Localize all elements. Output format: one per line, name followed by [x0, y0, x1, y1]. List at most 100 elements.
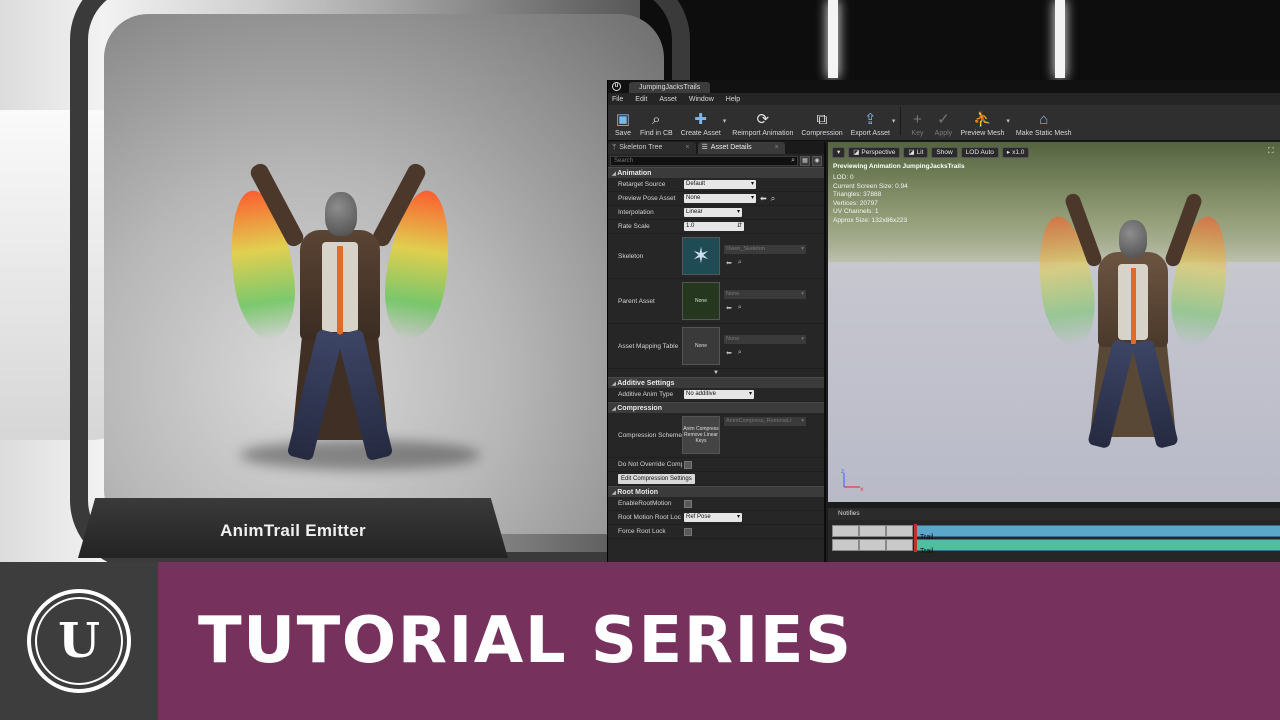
notify-empty-cell[interactable]: [859, 539, 886, 551]
find-in-cb-button[interactable]: ⌕ Find in CB: [640, 110, 673, 138]
parent-asset-thumbnail[interactable]: None: [682, 282, 720, 320]
playback-speed-button[interactable]: ▸ x1.0: [1001, 147, 1030, 158]
use-selected-arrow-icon[interactable]: ⬅: [726, 304, 732, 312]
menu-help[interactable]: Help: [726, 96, 740, 103]
stat-vertices: Vertices: 20797: [833, 199, 878, 207]
notify-empty-cell[interactable]: [886, 539, 913, 551]
reimport-button[interactable]: ⟳ Reimport Animation: [732, 110, 793, 137]
search-input[interactable]: Search ⌕: [610, 155, 798, 166]
close-icon[interactable]: ×: [685, 142, 689, 154]
use-selected-arrow-icon[interactable]: ⬅: [726, 349, 732, 357]
viewport-options-button[interactable]: ▾: [832, 147, 846, 158]
show-button[interactable]: Show: [931, 147, 958, 158]
grid-view-icon[interactable]: ▦: [800, 155, 810, 166]
maximize-viewport-icon[interactable]: ⛶: [1268, 146, 1278, 156]
category-animation[interactable]: Animation: [608, 167, 824, 178]
chevron-down-icon[interactable]: ▾: [1006, 117, 1010, 125]
export-asset-button[interactable]: ⇪ Export Asset: [851, 110, 890, 137]
trail-notify-state[interactable]: Trail: [916, 525, 1280, 541]
stat-screen-size: Current Screen Size: 0.94: [833, 182, 908, 190]
viewport-stats: Previewing Animation JumpingJacksTrails …: [833, 163, 965, 225]
notify-empty-cell[interactable]: [886, 525, 913, 537]
stat-uv-channels: UV Channels: 1: [833, 208, 879, 215]
export-icon: ⇪: [863, 111, 877, 128]
preview-mesh-button[interactable]: ⛹ Preview Mesh: [960, 110, 1004, 137]
make-static-mesh-button[interactable]: ⌂ Make Static Mesh: [1016, 110, 1072, 138]
chevron-down-icon[interactable]: ▾: [892, 117, 896, 125]
retarget-source-dropdown[interactable]: Default: [684, 180, 756, 189]
tab-asset-details[interactable]: ☰ Asset Details ×: [697, 142, 785, 154]
browse-icon[interactable]: ⌕: [771, 194, 775, 204]
apply-button[interactable]: ✓ Apply: [934, 110, 953, 137]
category-compression[interactable]: Compression: [608, 402, 824, 413]
property-compression-scheme: Compression Scheme Anim Compress Remove …: [608, 413, 824, 458]
lod-button[interactable]: LOD Auto: [960, 147, 999, 158]
toolbar: ▣ Save ⌕ Find in CB ✚ Create Asset ▾ ⟳ R…: [608, 105, 1280, 141]
emitter-label: AnimTrail Emitter: [220, 521, 366, 540]
enable-root-motion-checkbox[interactable]: [684, 499, 692, 508]
property-force-root-lock: Force Root Lock: [608, 525, 824, 539]
force-root-lock-checkbox[interactable]: [684, 527, 692, 536]
viewport-toolbar: ▾ ◪ Perspective ◪ Lit Show LOD Auto ▸ x1.0: [832, 147, 1030, 158]
menu-window[interactable]: Window: [689, 96, 714, 103]
mapping-table-dropdown[interactable]: None: [724, 335, 806, 344]
save-button[interactable]: ▣ Save: [614, 110, 632, 137]
browse-icon[interactable]: ⌕: [738, 259, 742, 267]
title-bar: TUTORIAL SERIES: [158, 562, 1280, 720]
use-selected-arrow-icon[interactable]: ⬅: [760, 194, 767, 203]
menu-bar: File Edit Asset Window Help: [608, 93, 1280, 105]
property-root-lock: Root Motion Root Loc Ref Pose: [608, 511, 824, 525]
category-root-motion[interactable]: Root Motion: [608, 486, 824, 497]
property-retarget-source: Retarget Source Default: [608, 178, 824, 192]
notify-empty-cell[interactable]: [832, 525, 859, 537]
panel-tabs: ᛘ Skeleton Tree × ☰ Asset Details ×: [608, 142, 824, 154]
property-interpolation: Interpolation Linear: [608, 206, 824, 220]
rate-scale-input[interactable]: 1.0: [684, 222, 744, 231]
compression-thumbnail[interactable]: Anim Compress Remove Linear Keys: [682, 416, 720, 454]
previewing-label: Previewing Animation JumpingJacksTrails: [833, 163, 965, 170]
tutorial-banner: U TUTORIAL SERIES: [0, 562, 1280, 720]
perspective-button[interactable]: ◪ Perspective: [848, 147, 901, 158]
menu-asset[interactable]: Asset: [659, 96, 677, 103]
browse-icon[interactable]: ⌕: [738, 349, 742, 357]
menu-edit[interactable]: Edit: [635, 96, 647, 103]
notify-marker-icon[interactable]: [914, 538, 917, 552]
close-icon[interactable]: ×: [775, 142, 779, 154]
interpolation-dropdown[interactable]: Linear: [684, 208, 742, 217]
edit-compression-settings-button[interactable]: Edit Compression Settings: [618, 473, 695, 484]
create-asset-button[interactable]: ✚ Create Asset: [681, 110, 721, 137]
browse-icon[interactable]: ⌕: [738, 304, 742, 312]
unreal-logo-icon: u: [612, 82, 621, 91]
lit-button[interactable]: ◪ Lit: [903, 147, 929, 158]
root-lock-dropdown[interactable]: Ref Pose: [684, 513, 742, 522]
menu-file[interactable]: File: [612, 96, 623, 103]
skeleton-dropdown[interactable]: Owen_Skeleton: [724, 245, 806, 254]
category-additive-settings[interactable]: Additive Settings: [608, 377, 824, 388]
preview-pose-dropdown[interactable]: None: [684, 194, 756, 203]
compression-button[interactable]: ⧉ Compression: [801, 110, 842, 138]
notify-track: Trail: [832, 538, 1280, 555]
document-tab[interactable]: JumpingJacksTrails: [629, 82, 711, 93]
override-compression-checkbox[interactable]: [684, 460, 692, 469]
key-button[interactable]: + Key: [908, 110, 926, 138]
skeleton-figure-icon: ✶: [691, 243, 711, 268]
notify-marker-icon[interactable]: [914, 524, 917, 538]
save-icon: ▣: [615, 111, 631, 128]
additive-type-dropdown[interactable]: No additive: [684, 390, 754, 399]
notify-track: Trail: [832, 524, 1280, 541]
trail-notify-state[interactable]: Trail: [916, 539, 1280, 555]
mapping-table-thumbnail[interactable]: None: [682, 327, 720, 365]
use-selected-arrow-icon[interactable]: ⬅: [726, 259, 732, 267]
property-enable-root-motion: EnableRootMotion: [608, 497, 824, 511]
eye-icon[interactable]: ◉: [812, 155, 822, 166]
compression-scheme-dropdown[interactable]: AnimCompress_RemoveLi: [724, 417, 806, 426]
stat-approx-size: Approx Size: 132x86x223: [833, 216, 908, 224]
notify-empty-cell[interactable]: [859, 525, 886, 537]
expand-advanced-icon[interactable]: ▼: [608, 369, 824, 377]
chevron-down-icon[interactable]: ▾: [723, 117, 727, 125]
preview-viewport[interactable]: ▾ ◪ Perspective ◪ Lit Show LOD Auto ▸ x1.0 …: [828, 142, 1280, 502]
skeleton-thumbnail[interactable]: ✶: [682, 237, 720, 275]
parent-asset-dropdown[interactable]: None: [724, 290, 806, 299]
tab-skeleton-tree[interactable]: ᛘ Skeleton Tree ×: [608, 142, 696, 154]
notify-empty-cell[interactable]: [832, 539, 859, 551]
